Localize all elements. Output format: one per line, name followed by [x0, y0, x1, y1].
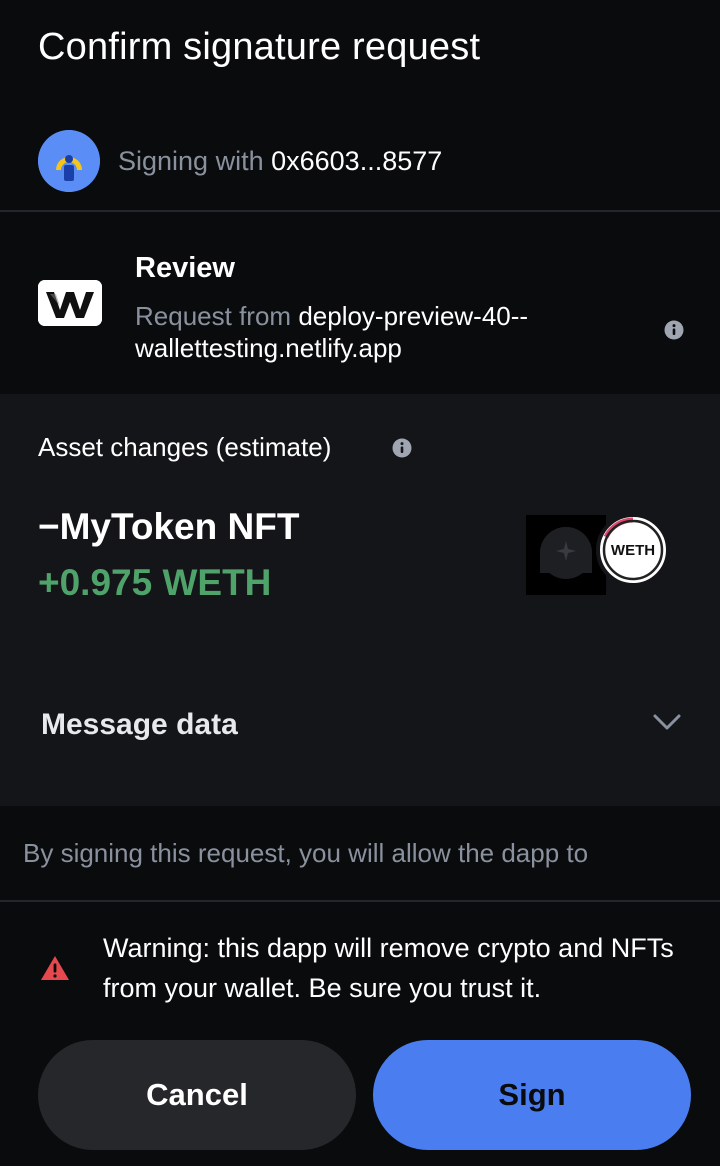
- dapp-w-logo-icon: [38, 280, 102, 326]
- person-avatar-icon: [38, 130, 100, 192]
- info-icon[interactable]: [392, 438, 412, 458]
- signer-prefix: Signing with: [118, 145, 264, 176]
- review-section: Review Request from deploy-preview-40--w…: [0, 212, 720, 394]
- signer-label: Signing with 0x6603...8577: [118, 146, 442, 177]
- signer-row: Signing with 0x6603...8577: [38, 130, 442, 192]
- incoming-asset: +0.975 WETH: [38, 562, 272, 603]
- divider: [0, 900, 720, 902]
- review-title: Review: [135, 252, 235, 284]
- consent-text: By signing this request, you will allow …: [23, 838, 589, 868]
- info-icon[interactable]: [664, 320, 684, 340]
- warning-triangle-icon: [41, 956, 69, 980]
- cancel-button[interactable]: Cancel: [38, 1040, 356, 1150]
- sign-button[interactable]: Sign: [373, 1040, 691, 1150]
- outgoing-asset: −MyToken NFT: [38, 506, 300, 547]
- weth-token-symbol: WETH: [610, 542, 656, 559]
- page-title: Confirm signature request: [38, 26, 481, 68]
- chevron-down-icon[interactable]: [652, 712, 682, 732]
- asset-changes-section: Asset changes (estimate) −MyToken NFT +0…: [0, 394, 720, 806]
- message-data-label[interactable]: Message data: [41, 708, 238, 742]
- request-origin: Request from deploy-preview-40--wallette…: [135, 300, 605, 364]
- nft-thumbnail-icon: [526, 515, 606, 595]
- signer-address: 0x6603...8577: [271, 145, 443, 176]
- signature-request-screen: Confirm signature request Signing with 0…: [0, 0, 720, 1166]
- asset-changes-label: Asset changes (estimate): [38, 432, 332, 462]
- weth-token-icon: WETH: [596, 513, 670, 587]
- request-prefix: Request from: [135, 301, 292, 331]
- warning-message: Warning: this dapp will remove crypto an…: [103, 933, 674, 1003]
